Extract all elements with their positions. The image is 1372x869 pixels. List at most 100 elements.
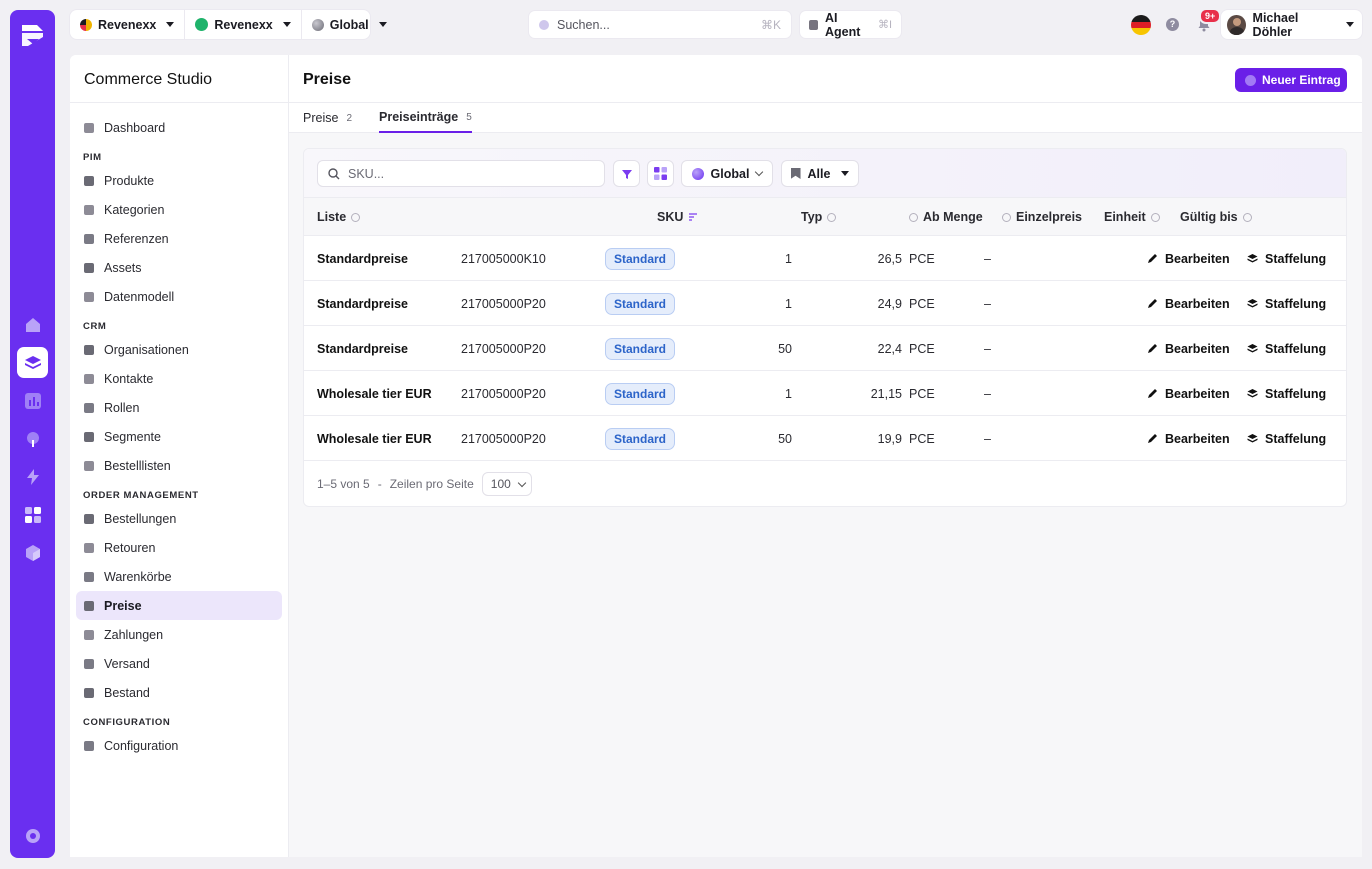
page-header: Preise Neuer Eintrag — [289, 55, 1362, 103]
layers-icon — [1247, 299, 1258, 308]
sidebar-item-label: Kontakte — [104, 371, 154, 386]
table-row[interactable]: Standardpreise 217005000P20 Standard 1 24,9 P… — [304, 281, 1346, 326]
sidebar-item-label: Warenkörbe — [104, 569, 172, 584]
sidebar-item-bestellungen[interactable]: Bestellungen — [76, 504, 282, 533]
column-header-ab-menge[interactable]: Ab Menge — [909, 198, 983, 236]
tiers-button[interactable]: Staffelung — [1247, 416, 1326, 461]
top-bar: Revenexx Revenexx Global Suchen... ⌘K AI… — [70, 8, 1362, 40]
scope-select[interactable]: Global — [681, 160, 773, 187]
home-icon[interactable] — [17, 309, 48, 340]
rows-per-page-select[interactable]: 100 — [481, 472, 532, 496]
sidebar-item-bestand[interactable]: Bestand — [76, 678, 282, 707]
sidebar-item-retouren[interactable]: Retouren — [76, 533, 282, 562]
nav-icon — [84, 291, 94, 302]
new-entry-button[interactable]: Neuer Eintrag — [1235, 68, 1347, 92]
sidebar-item-configuration[interactable]: Configuration — [76, 731, 282, 760]
tiers-button[interactable]: Staffelung — [1247, 371, 1326, 416]
column-header-typ[interactable]: Typ — [801, 198, 837, 236]
tenant-select-2[interactable]: Revenexx — [184, 10, 300, 39]
search-shortcut: ⌘K — [760, 17, 781, 32]
globe-icon — [311, 18, 324, 31]
sidebar-item-kategorien[interactable]: Kategorien — [76, 195, 282, 224]
table-row[interactable]: Standardpreise 217005000K10 Standard 1 26,5 P… — [304, 236, 1346, 281]
cell-liste: Wholesale tier EUR — [317, 431, 432, 446]
avatar — [1227, 14, 1246, 35]
edit-button[interactable]: Bearbeiten — [1147, 326, 1230, 371]
tenant-label: Revenexx — [214, 17, 273, 32]
tiers-button[interactable]: Staffelung — [1247, 236, 1326, 281]
sidebar-item-datenmodell[interactable]: Datenmodell — [76, 282, 282, 311]
global-search-input[interactable]: Suchen... ⌘K — [529, 11, 791, 38]
sku-search-input[interactable]: SKU... — [317, 160, 605, 187]
edit-button[interactable]: Bearbeiten — [1147, 416, 1230, 461]
analytics-icon[interactable] — [17, 385, 48, 416]
edit-button[interactable]: Bearbeiten — [1147, 371, 1230, 416]
list-label: Alle — [807, 166, 831, 181]
column-header-sku[interactable]: SKU — [657, 198, 698, 236]
sidebar-item-referenzen[interactable]: Referenzen — [76, 224, 282, 253]
pencil-icon — [1148, 344, 1157, 353]
green-dot-icon — [195, 18, 209, 31]
caret-down-icon — [841, 171, 850, 176]
column-header-einheit[interactable]: Einheit — [1104, 198, 1160, 236]
sidebar-item-produkte[interactable]: Produkte — [76, 166, 282, 195]
user-menu[interactable]: Michael Döhler — [1221, 10, 1362, 39]
sort-icon — [1242, 212, 1252, 222]
column-header-liste[interactable]: Liste — [317, 198, 361, 236]
tab-preiseintraege[interactable]: Preiseinträge 5 — [379, 103, 472, 133]
rows-per-page-value: 100 — [490, 477, 511, 491]
column-label: SKU — [657, 210, 684, 224]
sidebar-item-dashboard[interactable]: Dashboard — [76, 113, 282, 142]
column-header-einzelpreis[interactable]: Einzelpreis — [1002, 198, 1082, 236]
tiers-button[interactable]: Staffelung — [1247, 281, 1326, 326]
chevron-down-icon — [755, 167, 764, 177]
sidebar-item-warenkörbe[interactable]: Warenkörbe — [76, 562, 282, 591]
type-badge: Standard — [605, 427, 676, 450]
region-select[interactable]: Global — [300, 10, 397, 39]
sidebar-item-assets[interactable]: Assets — [76, 253, 282, 282]
sku-search-placeholder: SKU... — [348, 166, 385, 181]
table-row[interactable]: Wholesale tier EUR 217005000P20 Standard 50… — [304, 416, 1346, 461]
settings-gear-icon[interactable] — [17, 820, 48, 851]
ai-agent-button[interactable]: AI Agent ⌘I — [800, 10, 901, 39]
user-name: Michael Döhler — [1252, 10, 1299, 39]
sidebar-item-label: Segmente — [104, 429, 161, 444]
ai-agent-label: AI Agent — [825, 10, 861, 39]
sidebar-item-kontakte[interactable]: Kontakte — [76, 364, 282, 393]
list-select[interactable]: Alle — [781, 160, 859, 187]
search-icon — [539, 19, 549, 30]
table-row[interactable]: Wholesale tier EUR 217005000P20 Standard 1 2… — [304, 371, 1346, 416]
sidebar-item-bestelllisten[interactable]: Bestelllisten — [76, 451, 282, 480]
pin-icon[interactable] — [17, 423, 48, 454]
caret-down-icon — [378, 22, 387, 27]
app-logo-icon[interactable] — [19, 20, 46, 50]
cube-icon[interactable] — [17, 537, 48, 568]
nav-icon — [84, 204, 94, 215]
edit-button[interactable]: Bearbeiten — [1147, 236, 1230, 281]
column-header-gueltig-bis[interactable]: Gültig bis — [1180, 198, 1252, 236]
sidebar-item-preise[interactable]: Preise — [76, 591, 282, 620]
edit-button[interactable]: Bearbeiten — [1147, 281, 1230, 326]
filter-button[interactable] — [613, 160, 640, 187]
sidebar-item-rollen[interactable]: Rollen — [76, 393, 282, 422]
sidebar-item-zahlungen[interactable]: Zahlungen — [76, 620, 282, 649]
sidebar-item-organisationen[interactable]: Organisationen — [76, 335, 282, 364]
tab-preise[interactable]: Preise 2 — [303, 103, 352, 133]
cell-typ: Standard — [605, 371, 676, 416]
sidebar-item-segmente[interactable]: Segmente — [76, 422, 282, 451]
layers-icon[interactable] — [17, 347, 48, 378]
help-icon[interactable]: ? — [1166, 18, 1179, 31]
sidebar-item-label: Kategorien — [104, 202, 165, 217]
sidebar-item-versand[interactable]: Versand — [76, 649, 282, 678]
apps-icon[interactable] — [17, 499, 48, 530]
pagination-range: 1–5 von 5 — [317, 477, 370, 491]
tenant-select-1[interactable]: Revenexx — [70, 10, 184, 39]
column-label: Typ — [801, 210, 823, 224]
tiers-button[interactable]: Staffelung — [1247, 326, 1326, 371]
german-flag-icon[interactable] — [1131, 15, 1151, 35]
pagination-separator: - — [377, 477, 382, 491]
table-row[interactable]: Standardpreise 217005000P20 Standard 50 22,4… — [304, 326, 1346, 371]
cell-einheit: PCE — [909, 251, 935, 266]
view-toggle-button[interactable] — [647, 160, 674, 187]
lightning-icon[interactable] — [17, 461, 48, 492]
